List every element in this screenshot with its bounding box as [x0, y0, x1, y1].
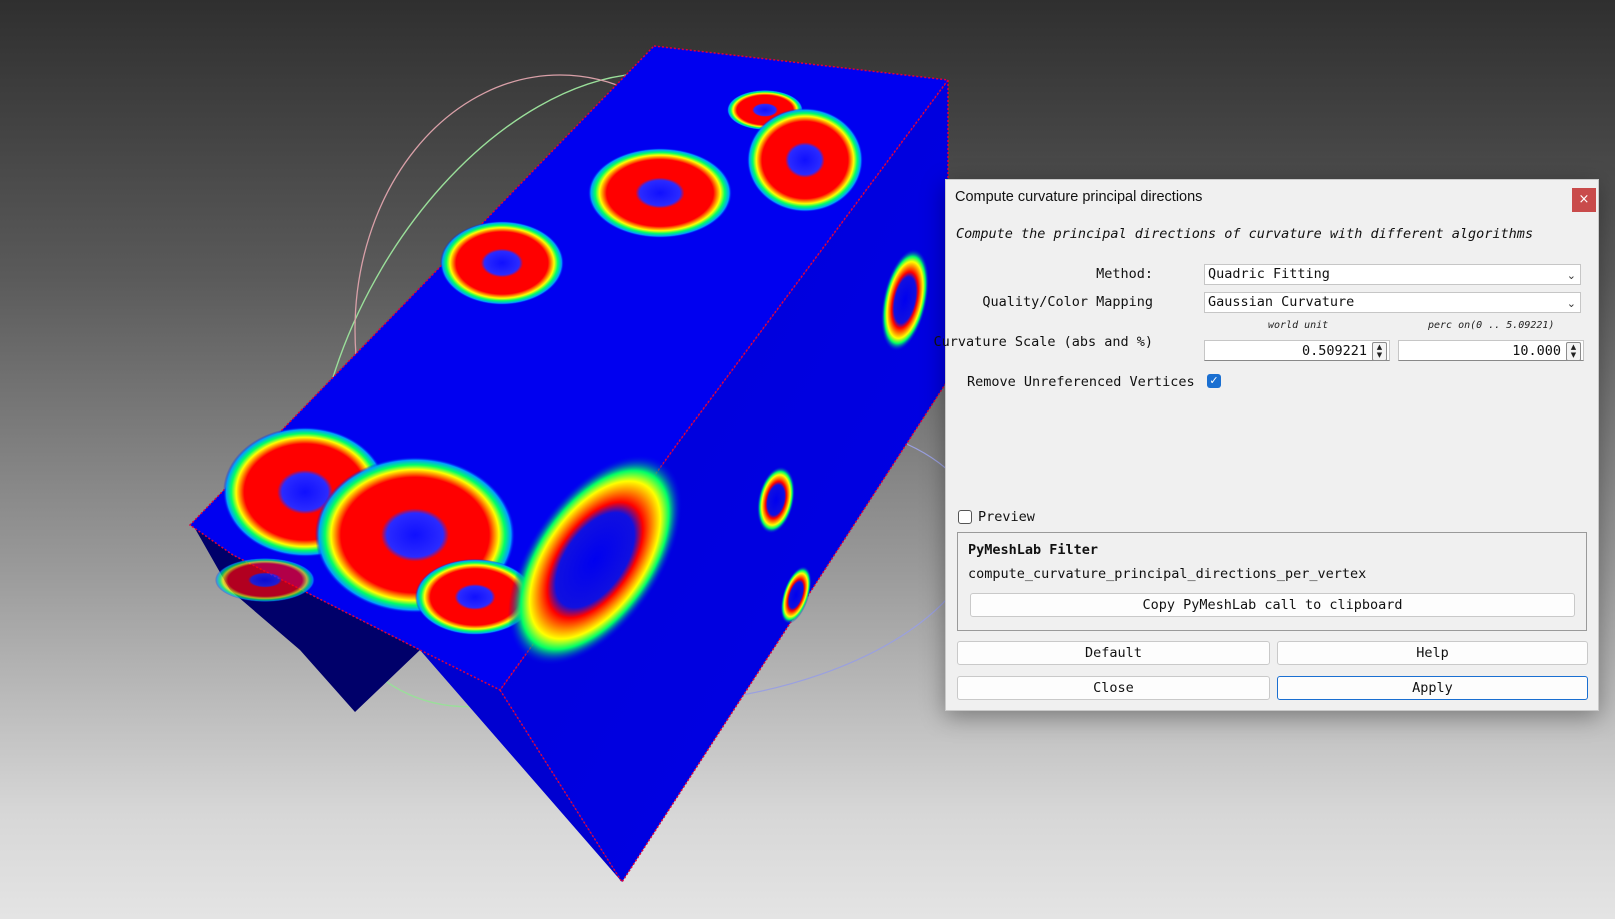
method-label: Method: — [1096, 266, 1153, 282]
filter-description: Compute the principal directions of curv… — [956, 226, 1534, 242]
method-value: Quadric Fitting — [1208, 266, 1330, 282]
spin-arrows-icon[interactable]: ▲ ▼ — [1566, 342, 1581, 361]
help-button[interactable]: Help — [1277, 641, 1588, 665]
pymeshlab-group: PyMeshLab Filter compute_curvature_princ… — [957, 532, 1587, 631]
remove-unref-label: Remove Unreferenced Vertices — [967, 374, 1195, 390]
curvature-scale-label: Curvature Scale (abs and %) — [933, 334, 1153, 350]
close-button[interactable]: Close — [957, 676, 1270, 700]
pymeshlab-function: compute_curvature_principal_directions_p… — [968, 566, 1367, 582]
apply-button[interactable]: Apply — [1277, 676, 1588, 700]
mapping-select[interactable]: Gaussian Curvature ⌄ — [1204, 292, 1581, 313]
copy-call-button[interactable]: Copy PyMeshLab call to clipboard — [970, 593, 1575, 617]
default-button[interactable]: Default — [957, 641, 1270, 665]
method-select[interactable]: Quadric Fitting ⌄ — [1204, 264, 1581, 285]
curvature-spot — [440, 221, 564, 305]
curvature-spot — [747, 108, 863, 212]
mapping-value: Gaussian Curvature — [1208, 294, 1355, 310]
pymeshlab-title: PyMeshLab Filter — [968, 542, 1099, 558]
preview-label: Preview — [978, 509, 1035, 525]
mapping-label: Quality/Color Mapping — [982, 294, 1153, 310]
percent-caption: perc on(0 .. 5.09221) — [1428, 320, 1555, 331]
world-unit-caption: world unit — [1268, 320, 1329, 331]
world-unit-value: 0.509221 — [1301, 343, 1367, 359]
preview-checkbox[interactable] — [958, 510, 972, 524]
dialog-title: Compute curvature principal directions — [955, 189, 1203, 205]
curvature-spot — [215, 558, 315, 602]
chevron-down-icon: ⌄ — [1566, 269, 1576, 282]
world-unit-spinbox[interactable]: 0.509221 ▲ ▼ — [1204, 340, 1390, 361]
remove-unref-checkbox[interactable]: ✓ — [1207, 374, 1221, 388]
close-icon[interactable]: × — [1572, 188, 1596, 212]
curvature-spot — [588, 148, 732, 238]
percent-spinbox[interactable]: 10.000 ▲ ▼ — [1398, 340, 1584, 361]
chevron-down-icon: ⌄ — [1566, 297, 1576, 310]
percent-value: 10.000 — [1512, 343, 1561, 359]
spin-arrows-icon[interactable]: ▲ ▼ — [1372, 342, 1387, 361]
checkmark-icon: ✓ — [1209, 374, 1219, 387]
filter-dialog: Compute curvature principal directions ×… — [934, 179, 1599, 711]
